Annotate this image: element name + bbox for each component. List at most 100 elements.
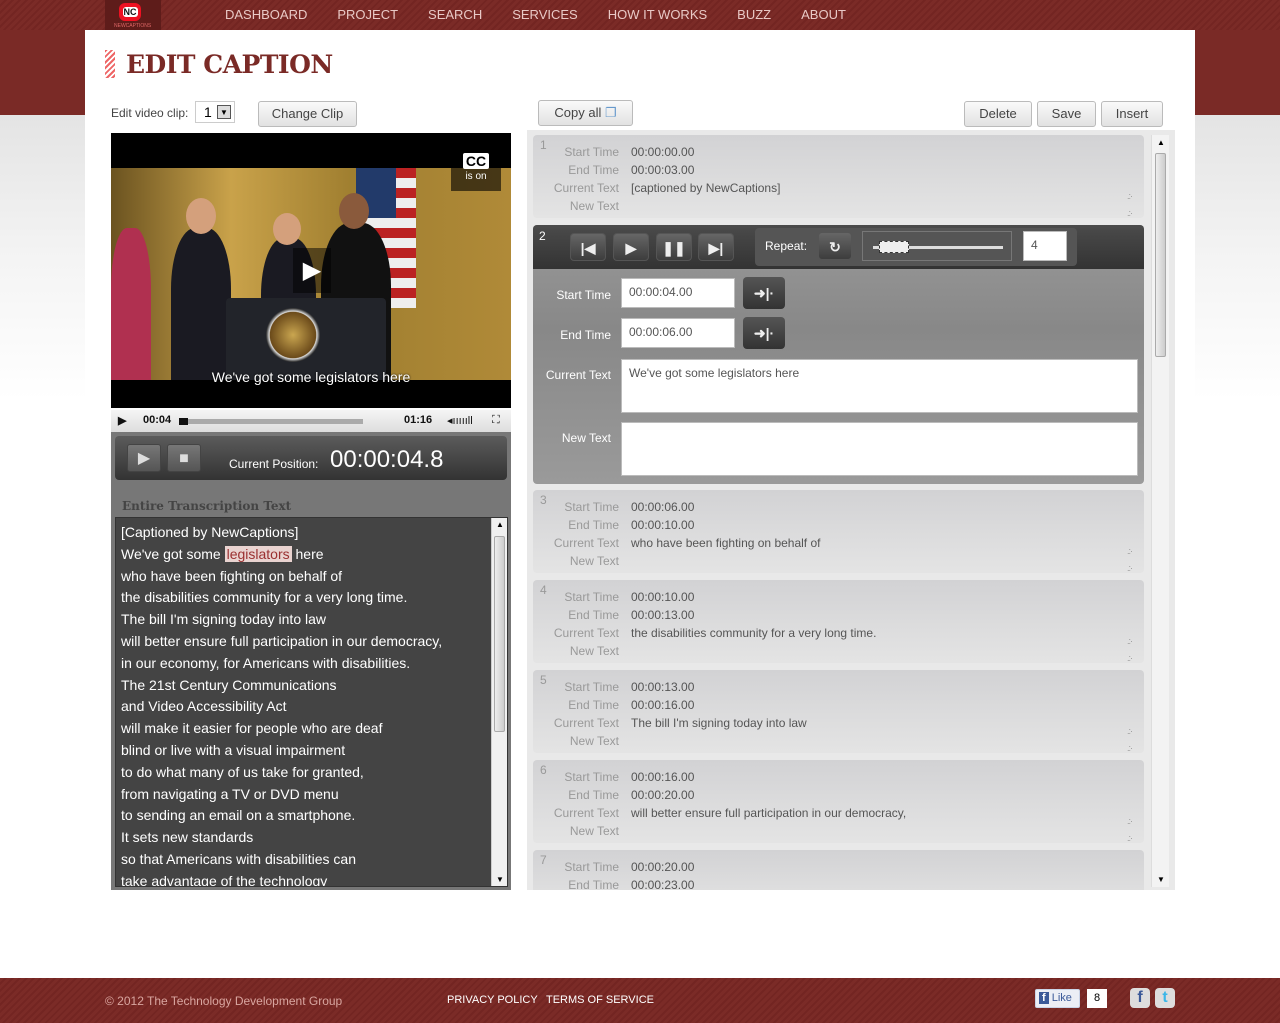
resize-grip-icon[interactable]: .:· [1127, 191, 1133, 201]
resize-grip-icon[interactable]: .:· [1127, 636, 1133, 646]
transcription-line: to sending an email on a smartphone. [121, 807, 356, 824]
transcription-scrollbar[interactable]: ▲ ▼ [491, 518, 507, 886]
caption-text[interactable]: [captioned by NewCaptions] [631, 181, 780, 195]
caption-start[interactable]: 00:00:10.00 [631, 590, 694, 604]
copyright: © 2012 The Technology Development Group [105, 994, 343, 1008]
caption-start[interactable]: 00:00:16.00 [631, 770, 694, 784]
caption-item[interactable]: 5 Start Time 00:00:13.00 End Time 00:00:16.0… [533, 670, 1144, 753]
caption-end[interactable]: 00:00:10.00 [631, 518, 694, 532]
seek-bar[interactable] [179, 418, 363, 425]
chevron-down-icon[interactable]: ▼ [217, 105, 231, 119]
caption-end[interactable]: 00:00:03.00 [631, 163, 694, 177]
resize-grip-icon[interactable]: .:· [1127, 833, 1133, 843]
current-label: Current Text [553, 716, 619, 730]
logo[interactable]: NC NEWCAPTIONS [105, 0, 161, 30]
previous-icon[interactable]: |◀ [570, 233, 606, 261]
save-button[interactable]: Save [1037, 101, 1096, 127]
fullscreen-icon[interactable]: ⛶ [492, 414, 500, 427]
current-label: Current Text [553, 626, 619, 640]
transcription-line: in our economy, for Americans with disab… [121, 654, 411, 671]
edit-clip-label: Edit video clip: [111, 106, 189, 120]
clip-select[interactable]: 1 ▼ [195, 101, 235, 123]
repeat-count-input[interactable]: 4 [1023, 231, 1067, 261]
nav-item-search[interactable]: SEARCH [428, 7, 482, 22]
cc-toggle[interactable]: CC is on [451, 151, 501, 191]
page-title: EDIT CAPTION [126, 50, 333, 79]
play-icon[interactable]: ▶ [118, 414, 126, 427]
play-button[interactable]: ▶ [127, 444, 161, 472]
copy-icon: ❐ [604, 105, 617, 120]
pause-icon[interactable]: ❚❚ [656, 233, 692, 261]
resize-grip-icon[interactable]: .:· [1127, 816, 1133, 826]
caption-end[interactable]: 00:00:23.00 [631, 878, 694, 890]
set-start-time-icon[interactable]: ➜|· [743, 277, 785, 309]
caption-end[interactable]: 00:00:16.00 [631, 698, 694, 712]
transcription-line: [Captioned by NewCaptions] [121, 524, 299, 540]
top-nav: NC NEWCAPTIONS DASHBOARD PROJECT SEARCH SERV… [0, 0, 1280, 30]
nav-item-about[interactable]: ABOUT [801, 7, 846, 22]
next-icon[interactable]: ▶| [698, 233, 734, 261]
resize-grip-icon[interactable]: .:· [1127, 653, 1133, 663]
stop-button[interactable]: ■ [167, 444, 201, 472]
new-text-input[interactable] [621, 422, 1138, 476]
transcription-line: will better ensure full participation in… [121, 632, 443, 649]
new-text-label: New Text [561, 431, 611, 445]
end-label: End Time [568, 788, 619, 802]
nav-item-buzz[interactable]: BUZZ [737, 7, 771, 22]
play-icon[interactable]: ▶ [613, 233, 649, 261]
nav-item-dashboard[interactable]: DASHBOARD [225, 7, 307, 22]
resize-grip-icon[interactable]: .:· [1127, 563, 1133, 573]
volume-icon[interactable]: ◂ıııııll [447, 414, 473, 427]
nav-item-project[interactable]: PROJECT [337, 7, 398, 22]
privacy-policy-link[interactable]: PRIVACY POLICY [447, 994, 538, 1006]
caption-start[interactable]: 00:00:13.00 [631, 680, 694, 694]
nav-item-services[interactable]: SERVICES [512, 7, 578, 22]
caption-list: 1 Start Time 00:00:00.00 End Time 00:00:03.0… [527, 130, 1175, 890]
transcription-text[interactable]: [Captioned by NewCaptions] We've got some… [115, 517, 508, 887]
caption-item[interactable]: 4 Start Time 00:00:10.00 End Time 00:00:13.0… [533, 580, 1144, 663]
insert-button[interactable]: Insert [1101, 101, 1163, 127]
repeat-icon[interactable]: ↻ [818, 232, 852, 260]
nav-item-how-it-works[interactable]: HOW IT WORKS [608, 7, 707, 22]
terms-link[interactable]: TERMS OF SERVICE [546, 994, 654, 1006]
resize-grip-icon[interactable]: .:· [1127, 743, 1133, 753]
start-time-input[interactable]: 00:00:04.00 [621, 278, 735, 308]
start-label: Start Time [564, 145, 619, 159]
transcription-line: from navigating a TV or DVD menu [121, 785, 339, 802]
caption-text[interactable]: The bill I'm signing today into law [631, 716, 807, 730]
caption-item[interactable]: 3 Start Time 00:00:06.00 End Time 00:00:10.0… [533, 490, 1144, 573]
play-overlay-icon[interactable]: ▶ [293, 248, 331, 293]
twitter-icon[interactable]: t [1155, 988, 1175, 1008]
title-decoration [105, 50, 115, 78]
caption-end[interactable]: 00:00:13.00 [631, 608, 694, 622]
caption-end[interactable]: 00:00:20.00 [631, 788, 694, 802]
caption-start[interactable]: 00:00:00.00 [631, 145, 694, 159]
transcription-title: Entire Transcription Text [122, 499, 292, 513]
position-label: Current Position: [229, 457, 319, 471]
caption-start[interactable]: 00:00:06.00 [631, 500, 694, 514]
end-time-input[interactable]: 00:00:06.00 [621, 318, 735, 348]
like-label: Like [1051, 992, 1072, 1004]
resize-grip-icon[interactable]: .:· [1127, 208, 1133, 218]
caption-item[interactable]: 7 Start Time 00:00:20.00 End Time 00:00:23.0… [533, 850, 1144, 890]
change-clip-button[interactable]: Change Clip [258, 101, 357, 127]
delete-button[interactable]: Delete [964, 101, 1032, 127]
caption-item[interactable]: 1 Start Time 00:00:00.00 End Time 00:00:03.0… [533, 135, 1144, 218]
caption-list-scrollbar[interactable]: ▲ ▼ [1151, 135, 1169, 887]
copy-all-button[interactable]: Copy all ❐ [538, 100, 633, 126]
caption-text[interactable]: the disabilities community for a very lo… [631, 626, 876, 640]
facebook-icon[interactable]: f [1130, 988, 1150, 1008]
set-end-time-icon[interactable]: ➜|· [743, 317, 785, 349]
facebook-like-button[interactable]: f Like [1035, 989, 1080, 1008]
caption-text[interactable]: who have been fighting on behalf of [631, 536, 820, 550]
start-label: Start Time [564, 590, 619, 604]
repeat-slider[interactable] [862, 231, 1012, 261]
resize-grip-icon[interactable]: .:· [1127, 546, 1133, 556]
current-text-input[interactable]: We've got some legislators here [621, 359, 1138, 413]
main-nav: DASHBOARD PROJECT SEARCH SERVICES HOW IT WOR… [225, 7, 876, 22]
caption-text[interactable]: will better ensure full participation in… [631, 806, 906, 820]
resize-grip-icon[interactable]: .:· [1127, 726, 1133, 736]
video-player[interactable]: ▶ CC is on We've got some legislators her… [111, 133, 511, 408]
caption-item[interactable]: 6 Start Time 00:00:16.00 End Time 00:00:20.0… [533, 760, 1144, 843]
caption-start[interactable]: 00:00:20.00 [631, 860, 694, 874]
